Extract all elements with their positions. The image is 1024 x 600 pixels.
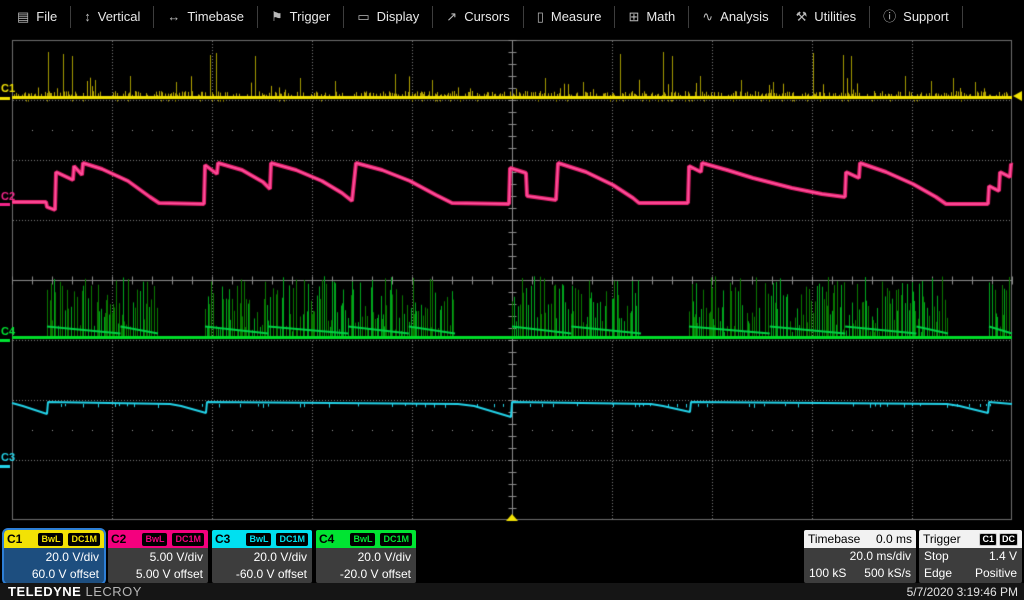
coupling-badge: DC1M: [379, 532, 413, 547]
coupling-badge: DC1M: [67, 532, 101, 547]
offset-value: -20.0 V offset: [321, 566, 411, 583]
datetime-display: 5/7/2020 3:19:46 PM: [907, 585, 1024, 599]
menu-analysis[interactable]: ∿ Analysis: [689, 0, 781, 33]
menu-file[interactable]: ▤ File: [4, 0, 70, 33]
timebase-delay: 0.0 ms: [876, 532, 912, 546]
menu-utilities[interactable]: ⚒ Utilities: [783, 0, 870, 33]
trend-chart-icon: ∿: [702, 10, 713, 23]
volts-per-div: 5.00 V/div: [113, 549, 203, 566]
bandwidth-limit-badge: BwL: [349, 532, 376, 547]
trigger-source-badge: C1: [979, 533, 997, 546]
menu-bar: ▤ File ↕ Vertical ↔ Timebase ⚑ Trigger ▭…: [0, 0, 1024, 33]
offset-value: 5.00 V offset: [113, 566, 203, 583]
sample-rate: 500 kS/s: [864, 565, 911, 582]
horizontal-arrows-icon: ↔: [167, 10, 180, 23]
menu-trigger[interactable]: ⚑ Trigger: [258, 0, 343, 33]
channel-descriptor-c4[interactable]: C4 BwL DC1M 20.0 V/div -20.0 V offset: [316, 530, 416, 583]
trigger-descriptor[interactable]: Trigger C1 DC Stop 1.4 V Edge Positive: [919, 530, 1022, 583]
oscilloscope-app: ▤ File ↕ Vertical ↔ Timebase ⚑ Trigger ▭…: [0, 0, 1024, 600]
menu-support[interactable]: ⓘ Support: [870, 0, 962, 33]
menu-math[interactable]: ⊞ Math: [615, 0, 688, 33]
tools-icon: ⚒: [796, 10, 808, 23]
info-circle-icon: ⓘ: [883, 10, 896, 23]
flag-icon: ⚑: [271, 10, 283, 23]
menu-measure[interactable]: ▯ Measure: [524, 0, 615, 33]
menu-display[interactable]: ▭ Display: [344, 0, 432, 33]
vertical-arrows-icon: ↕: [84, 10, 91, 23]
brand-logo: TELEDYNE LECROY: [0, 584, 142, 599]
bandwidth-limit-badge: BwL: [141, 532, 168, 547]
volts-per-div: 20.0 V/div: [217, 549, 307, 566]
trigger-type: Edge: [924, 565, 952, 582]
channel-id: C4: [319, 532, 334, 546]
file-icon: ▤: [17, 10, 29, 23]
status-bar: TELEDYNE LECROY 5/7/2020 3:19:46 PM: [0, 583, 1024, 600]
offset-value: 60.0 V offset: [9, 566, 99, 583]
channel-id: C1: [7, 532, 22, 546]
bandwidth-limit-badge: BwL: [37, 532, 64, 547]
bandwidth-limit-badge: BwL: [245, 532, 272, 547]
cursor-arrow-icon: ↗: [446, 10, 457, 23]
monitor-icon: ▭: [357, 10, 369, 23]
menu-separator: [962, 6, 963, 28]
offset-value: -60.0 V offset: [217, 566, 307, 583]
timebase-label: Timebase: [808, 532, 860, 546]
channel-descriptor-c1[interactable]: C1 BwL DC1M 20.0 V/div 60.0 V offset: [4, 530, 104, 583]
coupling-badge: DC1M: [171, 532, 205, 547]
menu-vertical[interactable]: ↕ Vertical: [71, 0, 153, 33]
coupling-badge: DC1M: [275, 532, 309, 547]
sample-count: 100 kS: [809, 565, 846, 582]
volts-per-div: 20.0 V/div: [321, 549, 411, 566]
trigger-label: Trigger: [923, 532, 961, 546]
menu-cursors[interactable]: ↗ Cursors: [433, 0, 522, 33]
trigger-mode: Stop: [924, 548, 949, 565]
volts-per-div: 20.0 V/div: [9, 549, 99, 566]
trigger-slope: Positive: [975, 565, 1017, 582]
channel-descriptor-c2[interactable]: C2 BwL DC1M 5.00 V/div 5.00 V offset: [108, 530, 208, 583]
ruler-icon: ▯: [537, 10, 544, 23]
menu-timebase[interactable]: ↔ Timebase: [154, 0, 257, 33]
calculator-icon: ⊞: [628, 10, 639, 23]
trigger-level: 1.4 V: [989, 548, 1017, 565]
channel-id: C2: [111, 532, 126, 546]
channel-descriptor-c3[interactable]: C3 BwL DC1M 20.0 V/div -60.0 V offset: [212, 530, 312, 583]
trigger-coupling-badge: DC: [999, 533, 1018, 546]
time-per-div: 20.0 ms/div: [850, 548, 911, 565]
channel-id: C3: [215, 532, 230, 546]
timebase-descriptor[interactable]: Timebase 0.0 ms 20.0 ms/div 100 kS 500 k…: [804, 530, 916, 583]
waveform-display[interactable]: [0, 0, 1024, 600]
